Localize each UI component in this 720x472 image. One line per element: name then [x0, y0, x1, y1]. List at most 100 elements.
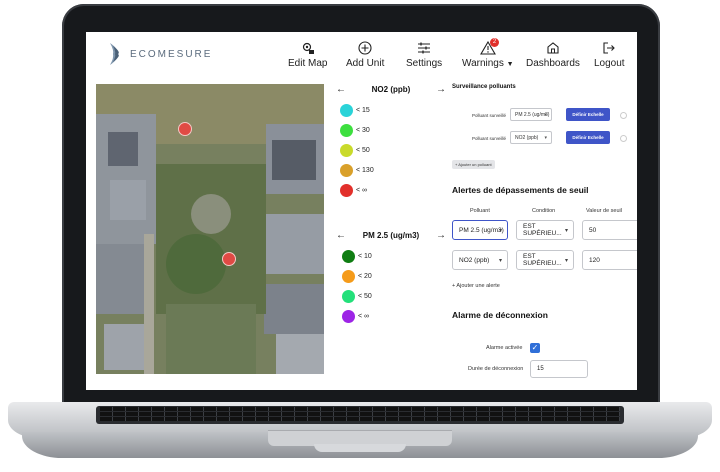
nav-dashboards-label: Dashboards [526, 58, 580, 69]
define-scale-button[interactable]: Définir Echelle [566, 131, 610, 144]
caret-down-icon: ▾ [544, 134, 547, 141]
legend-item: < ∞ [342, 306, 372, 326]
arrow-right-icon[interactable]: → [436, 84, 446, 95]
caret-down-icon: ▾ [498, 257, 502, 264]
laptop-notch [314, 444, 406, 452]
surveillance-pollutant-select[interactable]: NO2 (ppb) ▾ [510, 131, 552, 144]
row-radio[interactable] [620, 135, 627, 142]
alert-pollutant-select[interactable]: NO2 (ppb) ▾ [452, 250, 508, 270]
top-nav: ECOMESURE Edit Map Add Unit Settings 2 W… [86, 32, 637, 76]
disconnect-title: Alarme de déconnexion [452, 310, 548, 320]
edit-map-icon [301, 40, 315, 56]
nav-warnings-label: Warnings ▼ [462, 58, 514, 69]
legend-no2-list: < 15 < 30 < 50 < 130 < ∞ [340, 100, 374, 200]
alarm-active-checkbox[interactable]: ✓ [530, 343, 540, 353]
caret-down-icon: ▾ [544, 111, 547, 118]
ecomesure-logo-icon [110, 43, 119, 65]
nav-logout-label: Logout [594, 58, 625, 69]
legend-item-label: < 50 [358, 292, 372, 300]
sensor-marker[interactable] [178, 122, 192, 136]
legend-item-label: < 130 [356, 166, 374, 174]
legend-color-dot [342, 309, 355, 323]
legend-item: < 15 [340, 100, 374, 120]
surveillance-title: Surveillance polluants [452, 84, 516, 90]
alert-pollutant-select[interactable]: PM 2.5 (ug/m3) ▾ [452, 220, 508, 240]
legend-item: < 50 [340, 140, 374, 160]
select-value: NO2 (ppb) [515, 134, 539, 141]
alert-condition-select[interactable]: EST SUPÉRIEU... ▾ [516, 220, 574, 240]
arrow-right-icon[interactable]: → [436, 230, 446, 241]
legend-color-dot [340, 163, 353, 177]
caret-down-icon: ▾ [564, 227, 568, 234]
satellite-map[interactable] [96, 84, 324, 374]
sliders-icon [417, 40, 431, 56]
legend-pm25-header: ← PM 2.5 (ug/m3) → [336, 230, 446, 241]
arrow-left-icon[interactable]: ← [336, 84, 346, 95]
legend-color-dot [340, 103, 353, 117]
nav-settings[interactable]: Settings [406, 40, 442, 69]
caret-down-icon: ▼ [506, 61, 514, 68]
disconnect-duration-input[interactable]: 15 [530, 360, 588, 378]
legend-item-label: < 30 [356, 126, 370, 134]
keyboard [96, 406, 624, 424]
surveillance-label: Polluant surveillé [472, 113, 507, 118]
legend-no2-title: NO2 (ppb) [371, 85, 411, 94]
legend-no2-header: ← NO2 (ppb) → [336, 84, 446, 95]
disconnect-duration-label: Durée de déconnexion [468, 366, 524, 372]
caret-down-icon: ▾ [564, 257, 568, 264]
legend-item: < 30 [340, 120, 374, 140]
legend-item: < 20 [342, 266, 372, 286]
add-pollutant-button[interactable]: + Ajouter un polluant [452, 160, 495, 169]
legend-item-label: < 20 [358, 272, 372, 280]
sensor-marker[interactable] [222, 252, 236, 266]
nav-edit-map-label: Edit Map [288, 58, 328, 69]
alert-threshold-input[interactable]: 120 [582, 250, 637, 270]
legend-color-dot [340, 143, 353, 157]
add-alert-link[interactable]: + Ajouter une alerte [452, 283, 500, 289]
nav-warnings-text: Warnings [462, 58, 504, 69]
nav-add-unit-label: Add Unit [346, 58, 385, 69]
legend-color-dot [342, 289, 355, 303]
legend-color-dot [342, 249, 355, 263]
brand-logo[interactable]: ECOMESURE [108, 42, 212, 66]
surveillance-label: Polluant surveillé [472, 136, 507, 141]
alert-condition-select[interactable]: EST SUPÉRIEU... ▾ [516, 250, 574, 270]
alert-threshold-input[interactable]: 50 [582, 220, 637, 240]
row-radio[interactable] [620, 112, 627, 119]
map-imagery [96, 84, 324, 374]
define-scale-button[interactable]: Définir Echelle [566, 108, 610, 121]
alerts-header-pollutant: Polluant [470, 208, 490, 214]
legend-item: < ∞ [340, 180, 374, 200]
legend-item-label: < 10 [358, 252, 372, 260]
alerts-header-condition: Condition [532, 208, 556, 214]
plus-circle-icon [358, 40, 372, 56]
caret-down-icon: ▾ [498, 227, 502, 234]
legend-color-dot [340, 123, 353, 137]
legend-pm25-title: PM 2.5 (ug/m3) [362, 231, 420, 240]
nav-logout[interactable]: Logout [594, 40, 625, 69]
legend-item-label: < ∞ [358, 312, 370, 320]
select-value: NO2 (ppb) [459, 256, 490, 264]
nav-edit-map[interactable]: Edit Map [288, 40, 327, 69]
logout-icon [602, 40, 616, 56]
brand-name: ECOMESURE [130, 48, 213, 60]
warnings-count-badge: 2 [490, 38, 499, 47]
nav-warnings[interactable]: 2 Warnings ▼ [462, 38, 514, 69]
legend-pm25-list: < 10 < 20 < 50 < ∞ [342, 246, 372, 326]
nav-add-unit[interactable]: Add Unit [346, 40, 384, 69]
screen: ECOMESURE Edit Map Add Unit Settings 2 W… [86, 32, 637, 390]
legend-color-dot [342, 269, 355, 283]
legend-item: < 50 [342, 286, 372, 306]
alarm-active-label: Alarme activée [486, 345, 523, 351]
home-icon [546, 40, 560, 56]
surveillance-pollutant-select[interactable]: PM 2.5 (ug/m3) ▾ [510, 108, 552, 121]
legend-color-dot [340, 183, 353, 197]
arrow-left-icon[interactable]: ← [336, 230, 346, 241]
alerts-header-threshold: Valeur de seuil [586, 208, 622, 214]
nav-settings-label: Settings [406, 58, 443, 69]
nav-dashboards[interactable]: Dashboards [526, 40, 580, 69]
legend-item-label: < 50 [356, 146, 370, 154]
legend-item: < 10 [342, 246, 372, 266]
legend-item: < 130 [340, 160, 374, 180]
legend-item-label: < 15 [356, 106, 370, 114]
